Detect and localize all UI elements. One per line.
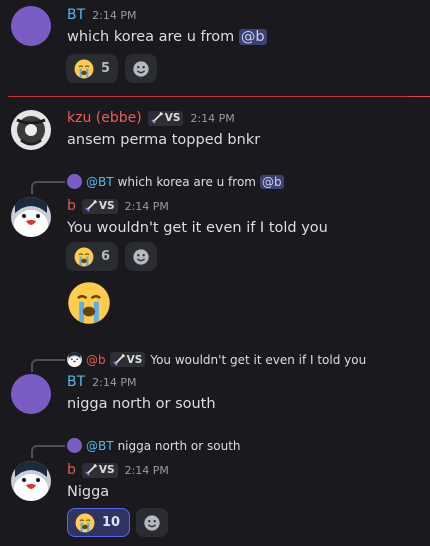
message-1: BT 2:14 PM which korea are u from @b 5 (0, 0, 430, 90)
reply-text: You wouldn't get it even if I told you (150, 352, 367, 367)
timestamp: 2:14 PM (124, 463, 169, 477)
sword-icon (85, 200, 97, 212)
add-reaction-button[interactable] (125, 242, 157, 271)
author-name[interactable]: BT (67, 374, 85, 390)
smile-icon (143, 514, 161, 532)
timestamp: 2:14 PM (124, 199, 169, 213)
author-name[interactable]: b (67, 198, 76, 214)
tag-label: VS (98, 200, 115, 212)
message-text: Nigga (67, 484, 110, 500)
sword-icon (151, 112, 163, 124)
reaction-button[interactable]: 6 (66, 242, 119, 271)
author-name[interactable]: BT (67, 7, 85, 23)
reply-author[interactable]: @b (86, 353, 106, 367)
user-mention[interactable]: @b (238, 29, 267, 45)
smile-icon (132, 60, 150, 78)
message-text: You wouldn't get it even if I told you (67, 220, 328, 236)
loudly-crying-face-icon (75, 513, 95, 533)
kzu-avatar-image (11, 110, 51, 150)
user-tag[interactable]: VS (81, 462, 118, 478)
user-tag[interactable]: VS (81, 198, 118, 214)
smile-icon (132, 248, 150, 266)
message-text: nigga north or south (67, 396, 216, 412)
reaction-button[interactable]: 10 (67, 508, 131, 537)
message-header: BT 2:14 PM (67, 7, 136, 23)
avatar[interactable] (11, 461, 51, 501)
penguin-avatar-image (11, 197, 51, 237)
reply-text: which korea are u from (117, 174, 256, 189)
avatar[interactable] (11, 6, 51, 46)
message-2: kzu (ebbe) VS 2:14 PM ansem perma topped… (0, 100, 430, 160)
message-3: @BT which korea are u from @b b VS 2:14 … (0, 168, 430, 338)
reaction-button[interactable]: 5 (66, 54, 119, 83)
reply-avatar (67, 438, 82, 453)
reply-line (31, 445, 65, 458)
reply-mention[interactable]: @b (259, 174, 284, 189)
message-4: @b VS You wouldn't get it even if I told… (0, 346, 430, 426)
reply-author[interactable]: @BT (86, 439, 114, 453)
loudly-crying-face-icon (74, 59, 94, 79)
add-reaction-button[interactable] (125, 54, 157, 83)
reply-author[interactable]: @BT (86, 175, 114, 189)
timestamp: 2:14 PM (92, 375, 137, 389)
message-header: kzu (ebbe) VS 2:14 PM (67, 110, 235, 126)
reply-avatar (67, 352, 82, 367)
reaction-count: 10 (102, 515, 121, 530)
avatar[interactable] (11, 197, 51, 237)
timestamp: 2:14 PM (92, 8, 137, 22)
new-messages-divider-cap (408, 96, 430, 97)
tag-label: VS (98, 464, 115, 476)
new-messages-divider (8, 96, 430, 97)
author-name[interactable]: kzu (ebbe) (67, 110, 142, 126)
sword-icon (113, 354, 125, 366)
message-text: ansem perma topped bnkr (67, 132, 261, 148)
loudly-crying-face-icon (67, 281, 111, 325)
message-5: @BT nigga north or south b VS 2:14 PM Ni… (0, 432, 430, 546)
message-header: b VS 2:14 PM (67, 198, 169, 214)
reply-avatar (67, 174, 82, 189)
reply-line (31, 181, 65, 194)
reply-line (31, 359, 65, 372)
reply-preview[interactable]: @BT which korea are u from @b (67, 174, 284, 189)
user-tag[interactable]: VS (147, 110, 184, 126)
timestamp: 2:14 PM (190, 111, 235, 125)
avatar[interactable] (11, 374, 51, 414)
author-name[interactable]: b (67, 462, 76, 478)
tag-label: VS (126, 353, 143, 366)
add-reaction-button[interactable] (136, 508, 168, 537)
message-body: which korea are u from (67, 29, 235, 45)
user-tag[interactable]: VS (109, 352, 146, 367)
reaction-count: 5 (101, 61, 111, 76)
reply-preview[interactable]: @b VS You wouldn't get it even if I told… (67, 352, 366, 367)
sword-icon (85, 464, 97, 476)
reply-preview[interactable]: @BT nigga north or south (67, 438, 241, 453)
message-header: b VS 2:14 PM (67, 462, 169, 478)
reaction-count: 6 (101, 249, 111, 264)
reply-text: nigga north or south (117, 438, 241, 453)
message-header: BT 2:14 PM (67, 374, 136, 390)
loudly-crying-face-icon (74, 247, 94, 267)
tag-label: VS (164, 112, 181, 124)
message-text: which korea are u from @b (67, 29, 267, 45)
penguin-avatar-image (67, 352, 82, 367)
avatar[interactable] (11, 110, 51, 150)
penguin-avatar-image (11, 461, 51, 501)
